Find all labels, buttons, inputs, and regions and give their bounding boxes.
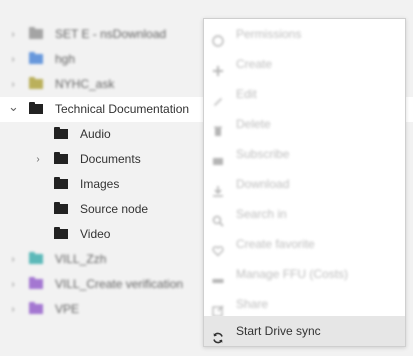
download-icon xyxy=(212,178,224,197)
chevron-right-icon[interactable]: › xyxy=(8,297,18,322)
folder-icon xyxy=(29,102,43,114)
tree-row-label: VPE xyxy=(55,302,80,316)
tree-row-label: Audio xyxy=(80,127,111,141)
plus-icon xyxy=(212,58,224,76)
manage-icon xyxy=(212,268,224,283)
chevron-down-icon[interactable]: ⌄ xyxy=(8,94,19,119)
menu-item[interactable]: Subscribe xyxy=(204,139,405,169)
menu-item-label: Create favorite xyxy=(236,237,315,251)
menu-item-label: Download xyxy=(236,177,290,191)
menu-item[interactable]: Edit xyxy=(204,79,405,109)
menu-item-label: Search in xyxy=(236,207,287,221)
folder-icon xyxy=(54,152,68,164)
chevron-right-icon[interactable]: › xyxy=(8,47,18,72)
menu-item[interactable]: Download xyxy=(204,169,405,199)
menu-item-label: Subscribe xyxy=(236,147,290,161)
share-icon xyxy=(212,298,224,317)
tree-row-label: VILL_Zzh xyxy=(55,252,107,266)
search-icon xyxy=(212,208,224,227)
folder-icon xyxy=(29,77,43,89)
chevron-right-icon[interactable]: › xyxy=(8,272,18,297)
tree-row-label: Video xyxy=(80,227,111,241)
menu-item[interactable]: Share xyxy=(204,289,405,319)
chevron-right-icon[interactable]: › xyxy=(8,22,18,47)
sync-icon xyxy=(212,325,224,344)
menu-item[interactable]: Permissions xyxy=(204,19,405,49)
chevron-right-icon[interactable]: › xyxy=(33,147,43,172)
context-menu: Permissions Create Edit Delete Subscribe Down… xyxy=(203,18,406,347)
tree-row-label: VILL_Create verification xyxy=(55,277,184,291)
menu-item[interactable]: Create favorite xyxy=(204,229,405,259)
folder-icon xyxy=(54,227,68,239)
subscribe-icon xyxy=(212,148,224,165)
trash-icon xyxy=(212,118,224,136)
chevron-right-icon[interactable]: › xyxy=(8,247,18,272)
tree-row-label: Technical Documentation xyxy=(55,102,190,116)
menu-item-label: Edit xyxy=(236,87,257,101)
menu-item-label: Manage FFU (Costs) xyxy=(236,267,349,281)
tree-row-label: Images xyxy=(80,177,120,191)
tree-row-label: hgh xyxy=(55,52,76,66)
menu-item-label: Start Drive sync xyxy=(236,324,321,338)
tree-row-label: Documents xyxy=(80,152,141,166)
tree-row-label: NYHC_ask xyxy=(55,77,115,91)
menu-item-label: Permissions xyxy=(236,27,302,41)
folder-icon xyxy=(54,177,68,189)
heart-icon xyxy=(212,238,224,257)
menu-item-label: Delete xyxy=(236,117,271,131)
folder-icon xyxy=(29,52,43,64)
menu-item[interactable]: Create xyxy=(204,49,405,79)
menu-item-label: Create xyxy=(236,57,273,71)
menu-item[interactable]: Delete xyxy=(204,109,405,139)
permissions-icon xyxy=(212,28,224,47)
folder-icon xyxy=(29,277,43,289)
tree-row-label: SET E - nsDownload xyxy=(55,27,167,41)
menu-item[interactable]: Search in xyxy=(204,199,405,229)
menu-item-label: Share xyxy=(236,297,269,311)
menu-item[interactable]: Manage FFU (Costs) xyxy=(204,259,405,289)
folder-icon xyxy=(54,202,68,214)
folder-icon xyxy=(29,302,43,314)
menu-item-start-drive-sync[interactable]: Start Drive sync xyxy=(204,316,405,346)
folder-icon xyxy=(29,27,43,39)
pencil-icon xyxy=(212,88,224,106)
folder-icon xyxy=(54,127,68,139)
tree-row-label: Source node xyxy=(80,202,149,216)
folder-icon xyxy=(29,252,43,264)
